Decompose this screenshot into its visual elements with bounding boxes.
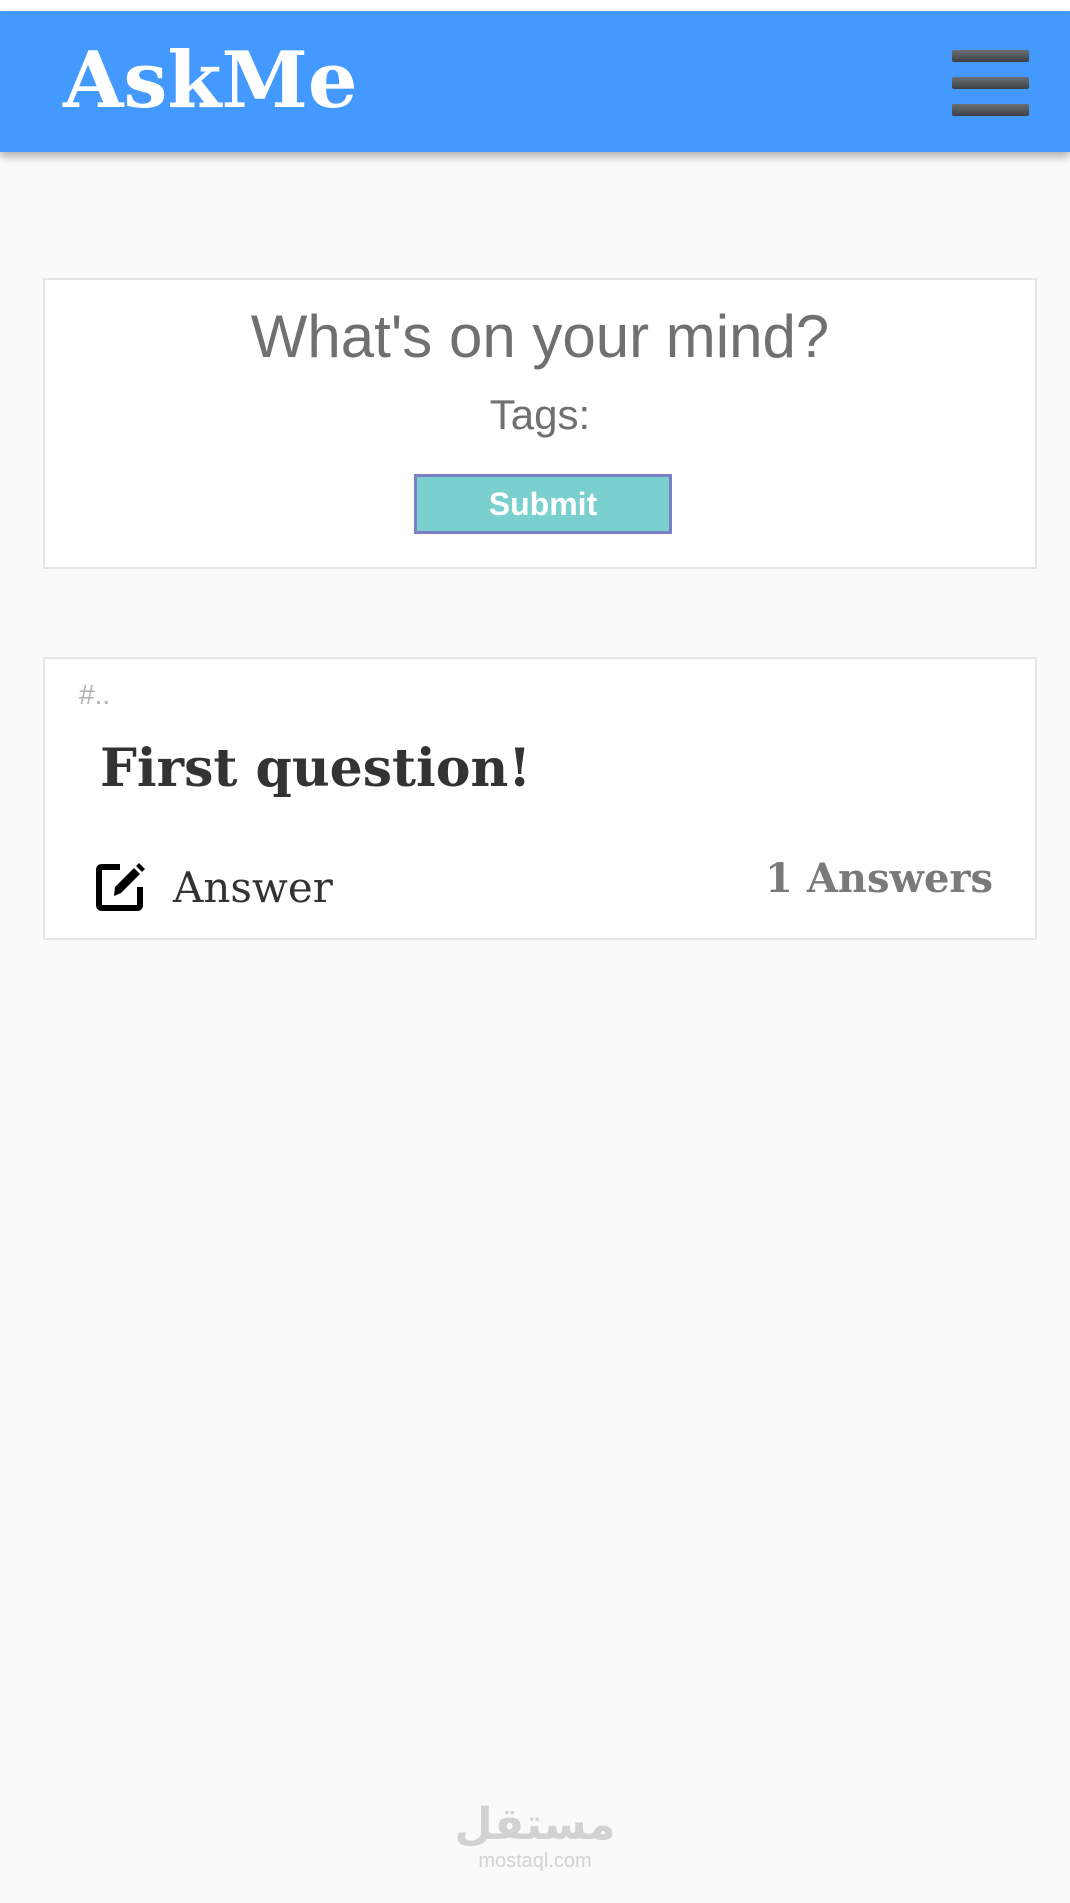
menu-bar	[952, 104, 1029, 116]
answer-button[interactable]: Answer	[94, 857, 333, 917]
edit-icon	[96, 863, 145, 911]
question-card: #.. First question! Answer 1 Answers	[43, 657, 1037, 940]
watermark-latin: mostaql.com	[478, 1850, 592, 1872]
tags-input[interactable]: Tags:	[45, 390, 1035, 440]
submit-button[interactable]: Submit	[414, 474, 672, 534]
answers-count[interactable]: 1 Answers	[765, 855, 993, 902]
app-title: AskMe	[63, 35, 358, 126]
answer-label: Answer	[173, 862, 333, 912]
app-header: AskMe	[0, 11, 1070, 152]
menu-bar	[952, 77, 1029, 89]
question-title[interactable]: First question!	[100, 737, 531, 801]
watermark-arabic: مستقل	[454, 1799, 616, 1850]
question-input[interactable]: What's on your mind?	[45, 302, 1035, 372]
ask-question-card: What's on your mind? Tags: Submit	[43, 278, 1037, 569]
menu-bar	[952, 50, 1029, 62]
hamburger-menu-icon[interactable]	[952, 50, 1029, 116]
status-strip	[0, 0, 1070, 11]
watermark-logo: مستقل mostaql.com	[435, 1799, 635, 1873]
question-tag[interactable]: #..	[79, 679, 110, 711]
